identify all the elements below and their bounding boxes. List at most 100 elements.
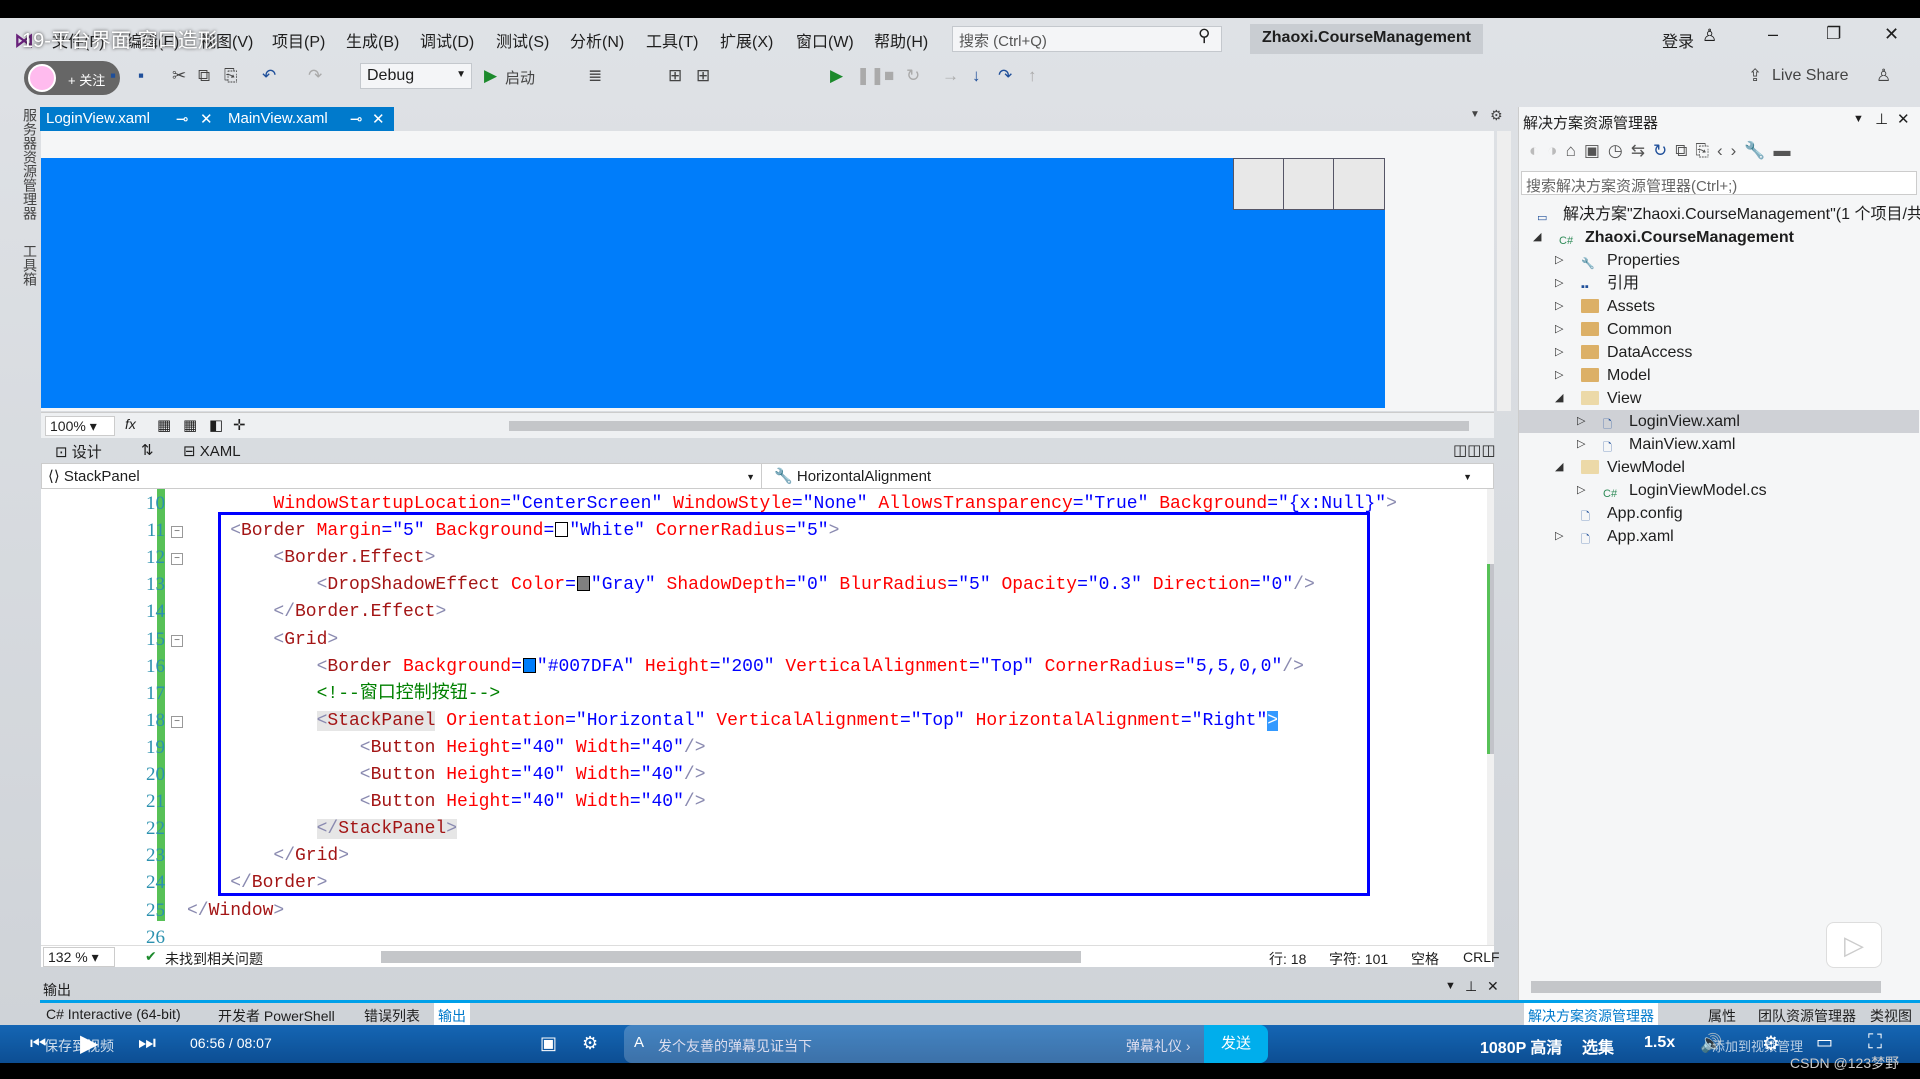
snap-lines-icon[interactable]: ✛ [233, 416, 246, 434]
expand-arrow-icon[interactable]: ▷ [1555, 318, 1563, 341]
close-icon[interactable]: ✕ [1897, 110, 1910, 128]
settings-icon[interactable]: ⚙ [1762, 1031, 1780, 1056]
menu-item[interactable]: 测试(S) [496, 28, 549, 52]
tree-item[interactable]: ▷ Common [1519, 318, 1919, 341]
preview-button[interactable] [1333, 158, 1385, 210]
back-icon[interactable]: ◐ [1529, 141, 1547, 160]
play-overlay-button[interactable]: ▷ [1826, 922, 1882, 968]
xaml-tab[interactable]: ⊟ XAML [183, 442, 241, 460]
pin-icon[interactable]: ⊸ [176, 110, 189, 128]
danmaku-input[interactable]: A 发个友善的弹幕见证当下 弹幕礼仪 › [624, 1025, 1204, 1063]
expand-arrow-icon[interactable]: ▷ [1555, 341, 1563, 364]
collapse-arrow-icon[interactable]: ◢ [1555, 387, 1563, 410]
play-icon[interactable]: ▶ [80, 1029, 98, 1058]
split-view-icon[interactable]: ◫◫◫ [1453, 441, 1496, 459]
restore-button[interactable]: ❐ [1826, 24, 1841, 44]
close-button[interactable]: ✕ [1884, 24, 1899, 45]
editor-vertical-scrollbar[interactable] [1487, 489, 1494, 945]
dropdown-icon[interactable]: ▼ [1445, 980, 1456, 992]
menu-item[interactable]: 分析(N) [570, 28, 624, 52]
step-into-icon[interactable]: ↓ [972, 66, 981, 86]
expand-arrow-icon[interactable]: ▷ [1577, 433, 1585, 456]
feedback-icon[interactable]: ♙ [1876, 66, 1891, 86]
swap-panes-icon[interactable]: ⇅ [141, 441, 154, 459]
home-icon[interactable]: ⌂ [1566, 141, 1584, 160]
history-icon[interactable]: ◷ [1608, 141, 1631, 160]
gear-icon[interactable]: ⚙ [1490, 107, 1503, 124]
menu-item[interactable]: 项目(P) [272, 28, 325, 52]
design-tab[interactable]: ⊡ 设计 [55, 441, 102, 462]
start-icon[interactable]: ▶ [484, 66, 497, 86]
format-icon[interactable]: ≣ [588, 66, 602, 86]
sync-icon[interactable]: ⇆ [1631, 141, 1653, 160]
collapse-arrow-icon[interactable]: ◢ [1533, 226, 1541, 249]
expand-arrow-icon[interactable]: ▷ [1577, 479, 1585, 502]
save-all-icon[interactable]: ▪ [138, 66, 144, 86]
artboard-icon[interactable]: ◧ [209, 416, 223, 434]
save-to-video-link[interactable]: 保存到视频 [44, 1036, 114, 1056]
account-icon[interactable]: ♙ [1702, 26, 1717, 46]
menu-item[interactable]: 工具(T) [646, 28, 698, 52]
tree-item[interactable]: ◢ ViewModel [1519, 456, 1919, 479]
pin-icon[interactable]: ⊥ [1875, 110, 1888, 128]
picture-in-picture-icon[interactable]: ▭ [1816, 1032, 1833, 1053]
restart-icon[interactable]: ↻ [906, 66, 920, 86]
danmaku-toggle-icon[interactable]: ▣ [540, 1033, 557, 1054]
menu-item[interactable]: 窗口(W) [796, 28, 854, 52]
fullscreen-icon[interactable]: ⛶ [1868, 1031, 1882, 1054]
tree-item[interactable]: ◢ C# Zhaoxi.CourseManagement [1519, 226, 1919, 249]
episodes-button[interactable]: 选集 [1582, 1034, 1614, 1058]
member-select[interactable]: 🔧 HorizontalAlignment ▼ [768, 464, 1478, 488]
tree-item[interactable]: ▷ 🔧 Properties [1519, 249, 1919, 272]
solution-search-input[interactable]: 搜索解决方案资源管理器(Ctrl+;) [1521, 171, 1917, 195]
view-code-icon[interactable]: ‹› [1717, 141, 1744, 160]
toolbox-tab[interactable]: 工具箱 [20, 224, 40, 286]
collapse-all-icon[interactable]: ⧉ [1675, 141, 1695, 160]
show-next-icon[interactable]: → [942, 66, 959, 86]
element-select[interactable]: ⟨⟩ StackPanel ▼ [42, 464, 762, 488]
expand-arrow-icon[interactable]: ▷ [1555, 364, 1563, 387]
editor-horizontal-scrollbar[interactable] [381, 951, 1081, 963]
menu-item[interactable]: 扩展(X) [720, 28, 773, 52]
expand-arrow-icon[interactable]: ▷ [1577, 410, 1585, 433]
tab-error-list[interactable]: 错误列表 [364, 1006, 420, 1026]
pause-icon[interactable]: ❚❚ [856, 66, 885, 86]
tree-item[interactable]: ▷ 🗋 MainView.xaml [1519, 433, 1919, 456]
live-share-icon[interactable]: ⇪ [1748, 66, 1762, 86]
expand-arrow-icon[interactable]: ▷ [1555, 249, 1563, 272]
tab-properties[interactable]: 属性 [1708, 1006, 1736, 1026]
menu-item[interactable]: 帮助(H) [874, 28, 928, 52]
expand-arrow-icon[interactable]: ▷ [1555, 525, 1563, 548]
tab-powershell[interactable]: 开发者 PowerShell [218, 1006, 335, 1026]
designer-zoom-select[interactable]: 100% ▾ [45, 416, 115, 436]
design-surface[interactable] [41, 131, 1511, 411]
build-all-icon[interactable]: ⊞ [696, 66, 710, 86]
tab-class-view[interactable]: 类视图 [1870, 1006, 1912, 1026]
code-editor[interactable]: 10 WindowStartupLocation="CenterScreen" W… [41, 489, 1494, 945]
tree-item[interactable]: ▷ Model [1519, 364, 1919, 387]
copy-icon[interactable]: ⧉ [198, 66, 210, 86]
cut-icon[interactable]: ✂ [172, 66, 186, 86]
show-all-files-icon[interactable]: ⎘ [1695, 141, 1717, 160]
menu-item[interactable]: 调试(D) [420, 28, 474, 52]
dropdown-icon[interactable]: ▼ [1853, 113, 1864, 125]
issues-status[interactable]: 未找到相关问题 [165, 949, 263, 969]
tree-item[interactable]: ▷ ▪▪ 引用 [1519, 272, 1919, 295]
fold-toggle[interactable]: − [171, 526, 183, 539]
live-share-button[interactable]: Live Share [1772, 67, 1849, 85]
close-icon[interactable]: ✕ [372, 110, 385, 128]
build-icon[interactable]: ⊞ [668, 66, 682, 86]
danmaku-etiquette-link[interactable]: 弹幕礼仪 › [1126, 1036, 1191, 1056]
editor-zoom-select[interactable]: 132 % ▾ [43, 947, 115, 967]
configuration-select[interactable]: Debug ▼ [360, 63, 472, 89]
tree-item[interactable]: ▷ 🗋 LoginView.xaml [1519, 410, 1919, 433]
tab-csharp-interactive[interactable]: C# Interactive (64-bit) [46, 1006, 181, 1022]
switch-views-icon[interactable]: ▣ [1584, 141, 1608, 160]
close-icon[interactable]: ✕ [200, 110, 213, 128]
stop-icon[interactable]: ■ [884, 66, 894, 86]
tree-item[interactable]: ▷ C# LoginViewModel.cs [1519, 479, 1919, 502]
tab-overflow-icon[interactable]: ▼ [1470, 109, 1480, 120]
menu-item[interactable]: 生成(B) [346, 28, 399, 52]
fold-toggle[interactable]: − [171, 634, 183, 647]
tree-item[interactable]: ▷ DataAccess [1519, 341, 1919, 364]
